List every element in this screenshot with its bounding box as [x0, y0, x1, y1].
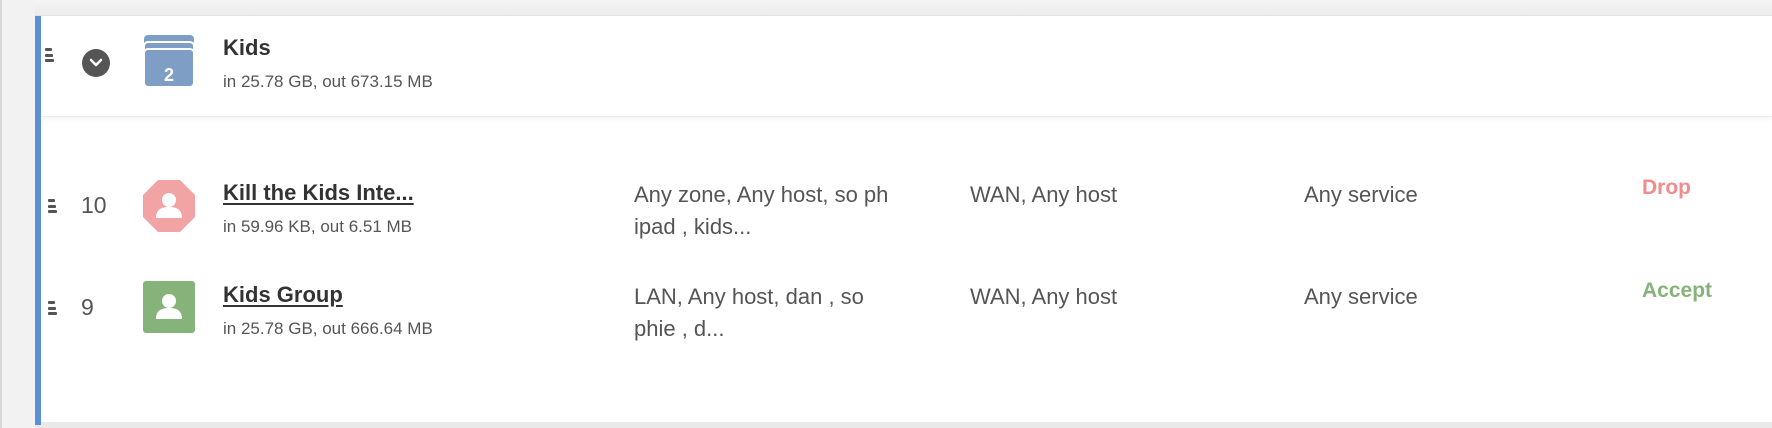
group-rule-count: 2 [163, 65, 174, 85]
rule-source: Any zone, Any host, so ph ipad , kids... [634, 182, 889, 239]
group-title: Kids [223, 35, 271, 60]
list-bottom-edge [35, 422, 1772, 428]
rule-traffic: in 59.96 KB, out 6.51 MB [223, 217, 413, 236]
rule-destination: WAN, Any host [970, 182, 1118, 207]
drag-handle-icon[interactable] [48, 301, 60, 315]
rule-name-link[interactable]: Kids Group [223, 282, 343, 308]
user-icon [143, 281, 195, 333]
rule-source: LAN, Any host, dan , so phie , d... [634, 284, 864, 341]
rule-service: Any service [1304, 182, 1418, 207]
rule-action-drop: Drop [1642, 176, 1691, 199]
group-accent-bar [35, 16, 41, 425]
rule-number: 9 [81, 294, 94, 320]
rule-service: Any service [1304, 284, 1418, 309]
chevron-down-icon [89, 58, 103, 67]
previous-row-edge [35, 0, 1772, 16]
collapse-group-button[interactable] [82, 49, 110, 77]
rule-row[interactable]: 9 Kids Group in 25.78 GB, out 666.64 MB … [41, 253, 1772, 348]
rule-number: 10 [81, 192, 107, 218]
rule-name-link[interactable]: Kill the Kids Inte... [223, 180, 414, 206]
drag-handle-icon[interactable] [48, 199, 60, 213]
drag-handle-icon[interactable] [45, 48, 57, 62]
rule-action-accept: Accept [1642, 279, 1713, 302]
rule-traffic: in 25.78 GB, out 666.64 MB [223, 319, 433, 338]
group-stack-icon: 2 [143, 35, 195, 88]
group-traffic: in 25.78 GB, out 673.15 MB [223, 72, 433, 91]
rule-destination: WAN, Any host [970, 284, 1118, 309]
stop-user-icon [143, 180, 195, 232]
page-left-border [0, 0, 2, 428]
rule-row[interactable]: 10 Kill the Kids Inte... in 59.96 KB, ou… [41, 150, 1772, 245]
rule-group-row[interactable]: 2 Kids in 25.78 GB, out 673.15 MB [41, 17, 1772, 117]
